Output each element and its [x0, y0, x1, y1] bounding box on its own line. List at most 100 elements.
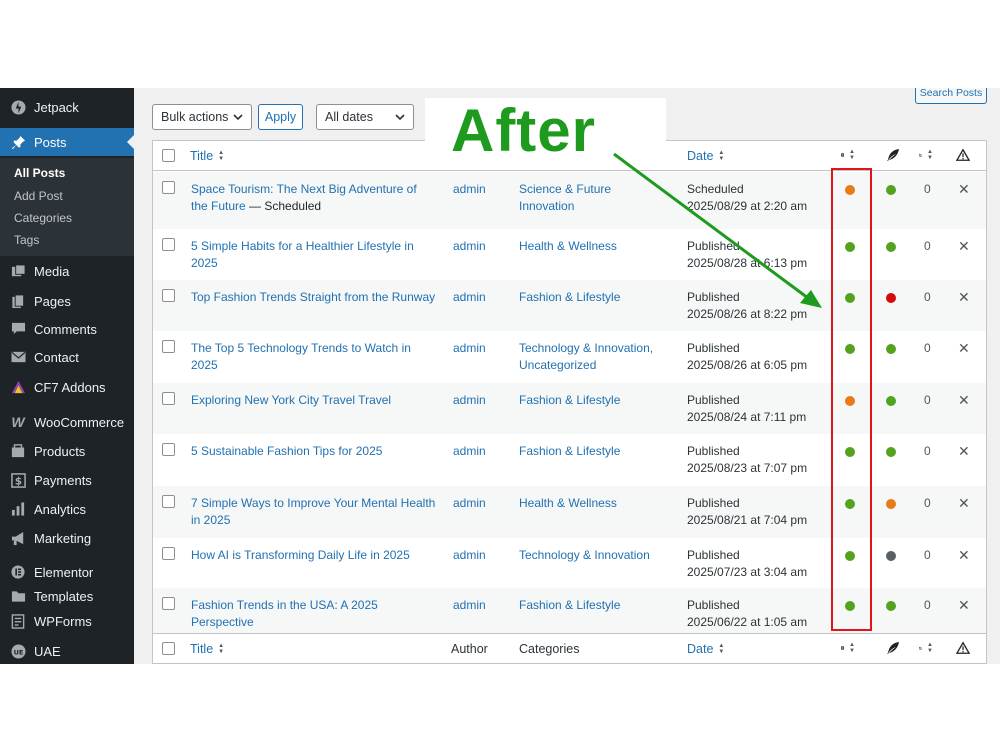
readability-dot: [886, 447, 896, 457]
submenu-categories[interactable]: Categories: [14, 211, 72, 225]
sidebar-item-products[interactable]: Products: [0, 437, 134, 465]
post-state: — Scheduled: [245, 199, 322, 213]
close-icon[interactable]: ✕: [958, 340, 970, 357]
sidebar-item-cf7-addons[interactable]: CF7 Addons: [0, 373, 134, 401]
close-icon[interactable]: ✕: [958, 392, 970, 409]
post-status: Published: [687, 290, 740, 304]
envelope-icon: [10, 349, 26, 365]
row-checkbox[interactable]: [162, 597, 175, 610]
post-title-cell: How AI is Transforming Daily Life in 202…: [191, 547, 436, 564]
sidebar-item-pages[interactable]: Pages: [0, 287, 134, 315]
feather-icon[interactable]: [886, 640, 900, 656]
post-title-link[interactable]: 7 Simple Ways to Improve Your Mental Hea…: [191, 496, 435, 527]
select-all-checkbox[interactable]: [162, 149, 175, 162]
column-date-footer[interactable]: Date ▲ ▼: [687, 642, 724, 656]
feather-icon[interactable]: [886, 147, 900, 163]
sort-icon: ▲ ▼: [718, 150, 725, 162]
post-categories-link[interactable]: Technology & Innovation, Uncategorized: [519, 340, 659, 374]
close-icon[interactable]: ✕: [958, 443, 970, 460]
post-title-link[interactable]: 5 Simple Habits for a Healthier Lifestyl…: [191, 239, 414, 270]
row-checkbox[interactable]: [162, 289, 175, 302]
close-icon[interactable]: ✕: [958, 547, 970, 564]
readability-dot: [886, 344, 896, 354]
svg-text:UE: UE: [13, 648, 23, 656]
bulk-actions-select[interactable]: Bulk actions: [152, 104, 252, 130]
warning-icon[interactable]: [956, 640, 970, 656]
column-date-header[interactable]: Date ▲ ▼: [687, 149, 724, 163]
row-checkbox[interactable]: [162, 495, 175, 508]
sort-icon: ▲ ▼: [218, 643, 225, 655]
sidebar-item-contact[interactable]: Contact: [0, 343, 134, 371]
close-icon[interactable]: ✕: [958, 181, 970, 198]
sidebar-item-posts[interactable]: Posts: [0, 128, 134, 156]
traffic-light-icon[interactable]: ▲ ▼: [841, 640, 855, 656]
table-footer: Title ▲ ▼ Author Categories Date ▲ ▼ ▲ ▼ ▲ ▼: [153, 633, 986, 663]
post-categories-link[interactable]: Fashion & Lifestyle: [519, 443, 659, 460]
traffic-light-icon[interactable]: ▲ ▼: [841, 147, 855, 163]
revisions-count: 0: [924, 496, 931, 510]
column-author-footer: Author: [451, 642, 488, 656]
close-icon[interactable]: ✕: [958, 597, 970, 614]
warning-icon[interactable]: [956, 147, 970, 163]
sidebar-item-label: Products: [34, 443, 86, 459]
post-categories-link[interactable]: Fashion & Lifestyle: [519, 392, 659, 409]
sidebar-item-comments[interactable]: Comments: [0, 315, 134, 343]
sidebar-item-label: Templates: [34, 588, 94, 604]
post-categories-link[interactable]: Health & Wellness: [519, 238, 659, 255]
post-author-link[interactable]: admin: [453, 238, 486, 255]
post-author-link[interactable]: admin: [453, 547, 486, 564]
sidebar-item-uae[interactable]: UE UAE: [0, 637, 134, 664]
row-checkbox[interactable]: [162, 181, 175, 194]
post-categories-link[interactable]: Fashion & Lifestyle: [519, 289, 659, 306]
elementor-icon: [10, 564, 26, 580]
date-filter-select[interactable]: All dates: [316, 104, 414, 130]
sidebar-item-jetpack[interactable]: Jetpack: [0, 93, 134, 121]
post-author-link[interactable]: admin: [453, 495, 486, 512]
submenu-add-post[interactable]: Add Post: [14, 189, 63, 203]
post-categories-link[interactable]: Health & Wellness: [519, 495, 659, 512]
sidebar-item-templates[interactable]: Templates: [0, 582, 134, 610]
revisions-icon[interactable]: ▲ ▼: [919, 640, 933, 656]
row-checkbox[interactable]: [162, 443, 175, 456]
post-author-link[interactable]: admin: [453, 443, 486, 460]
sidebar-item-marketing[interactable]: Marketing: [0, 524, 134, 552]
row-checkbox[interactable]: [162, 392, 175, 405]
submenu-tags[interactable]: Tags: [14, 233, 39, 247]
post-author-link[interactable]: admin: [453, 392, 486, 409]
post-title-link[interactable]: Exploring New York City Travel Travel: [191, 393, 391, 407]
comment-icon: [10, 321, 26, 337]
column-title-footer[interactable]: Title ▲ ▼: [190, 642, 224, 656]
apply-button[interactable]: Apply: [258, 104, 303, 130]
close-icon[interactable]: ✕: [958, 289, 970, 306]
sidebar-item-payments[interactable]: $ Payments: [0, 466, 134, 494]
sidebar-item-label: Jetpack: [34, 99, 79, 115]
products-icon: [10, 443, 26, 459]
submenu-all-posts[interactable]: All Posts: [14, 166, 65, 180]
post-author-link[interactable]: admin: [453, 289, 486, 306]
post-categories-link[interactable]: Fashion & Lifestyle: [519, 597, 659, 614]
post-author-link[interactable]: admin: [453, 597, 486, 614]
close-icon[interactable]: ✕: [958, 495, 970, 512]
post-title-link[interactable]: How AI is Transforming Daily Life in 202…: [191, 548, 410, 562]
post-categories-link[interactable]: Science & Future Innovation: [519, 181, 659, 215]
post-title-link[interactable]: Top Fashion Trends Straight from the Run…: [191, 290, 435, 304]
sidebar-item-analytics[interactable]: Analytics: [0, 495, 134, 523]
post-status: Published: [687, 444, 740, 458]
sidebar-item-wpforms[interactable]: WPForms: [0, 607, 134, 635]
post-categories-link[interactable]: Technology & Innovation: [519, 547, 659, 564]
select-all-checkbox[interactable]: [162, 642, 175, 655]
post-author-link[interactable]: admin: [453, 181, 486, 198]
post-author-link[interactable]: admin: [453, 340, 486, 357]
sidebar-item-woocommerce[interactable]: W WooCommerce: [0, 408, 134, 436]
close-icon[interactable]: ✕: [958, 238, 970, 255]
row-checkbox[interactable]: [162, 547, 175, 560]
column-title-header[interactable]: Title ▲ ▼: [190, 149, 224, 163]
post-title-link[interactable]: The Top 5 Technology Trends to Watch in …: [191, 341, 411, 372]
search-posts-button[interactable]: Search Posts: [915, 88, 987, 104]
post-title-link[interactable]: 5 Sustainable Fashion Tips for 2025: [191, 444, 382, 458]
row-checkbox[interactable]: [162, 238, 175, 251]
row-checkbox[interactable]: [162, 340, 175, 353]
sidebar-item-media[interactable]: Media: [0, 257, 134, 285]
revisions-icon[interactable]: ▲ ▼: [919, 147, 933, 163]
post-title-link[interactable]: Fashion Trends in the USA: A 2025 Perspe…: [191, 598, 378, 629]
